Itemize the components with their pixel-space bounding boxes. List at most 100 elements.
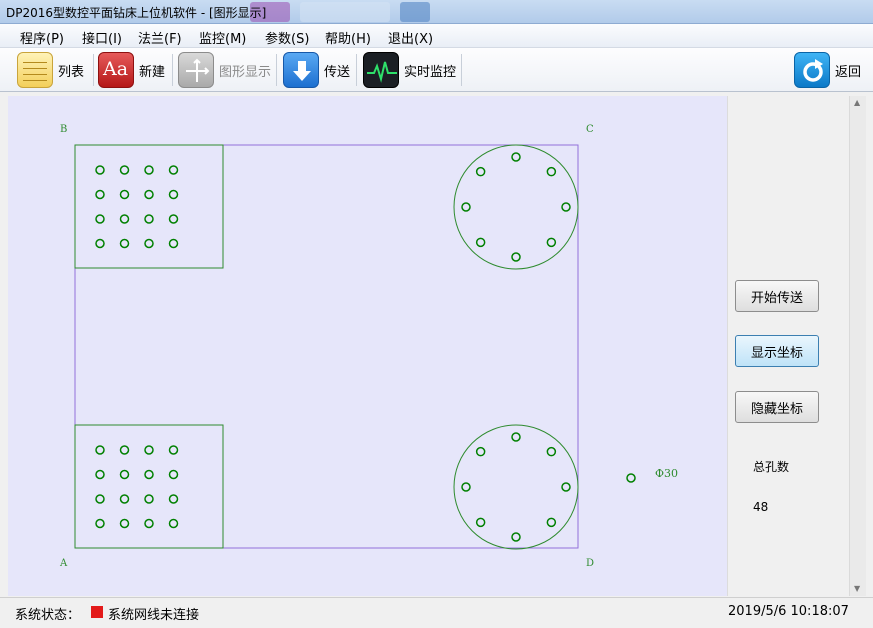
menu-help[interactable]: 帮助(H) (325, 28, 371, 47)
hole-top-right-pcd (511, 152, 521, 162)
scroll-up-icon[interactable]: ▲ (854, 98, 860, 107)
status-label: 系统状态： (15, 608, 81, 623)
hole-top-left (144, 214, 154, 224)
hole-group-top-left-frame (74, 144, 224, 269)
realtime-monitor-button-label: 实时监控 (404, 64, 457, 80)
right-panel: 开始传送 显示坐标 隐藏坐标 总孔数 48 (727, 96, 849, 596)
title-bar: DP2016型数控平面钻床上位机软件 - [图形显示] (0, 0, 873, 24)
hole-top-left (95, 238, 105, 249)
toolbar-separator (172, 54, 173, 86)
legend-hole (626, 473, 636, 483)
realtime-monitor-button[interactable]: 实时监控 (363, 51, 456, 89)
arrow-down-icon (283, 52, 319, 88)
hole-top-left (95, 214, 105, 224)
hole-group-bottom-left-frame (74, 424, 224, 549)
hole-top-left (168, 189, 179, 200)
new-button[interactable]: Aa 新建 (98, 51, 165, 89)
toolbar-separator (276, 54, 277, 86)
hole-top-right-pcd (475, 166, 486, 177)
corner-label-d: D (586, 558, 594, 569)
connection-indicator (91, 606, 103, 618)
send-button[interactable]: 传送 (283, 51, 350, 89)
toolbar-separator (461, 54, 462, 86)
hole-bottom-left (144, 494, 154, 504)
hole-bottom-right-pcd (561, 482, 571, 492)
hole-bottom-left (95, 445, 105, 455)
total-holes-label: 总孔数 (753, 460, 790, 474)
hole-bottom-right-pcd (546, 446, 557, 457)
vertical-scrollbar[interactable]: ▲ ▼ (849, 96, 866, 596)
flange-circle-top-right (453, 144, 579, 270)
menu-program[interactable]: 程序(P) (20, 28, 64, 47)
hole-bottom-right-pcd (475, 517, 486, 528)
frame-edge-left (0, 92, 8, 597)
menu-params[interactable]: 参数(S) (265, 28, 309, 47)
hole-bottom-right-pcd (511, 532, 521, 542)
hole-bottom-left (95, 469, 105, 480)
start-send-button[interactable]: 开始传送 (735, 280, 819, 312)
refresh-back-icon (794, 52, 830, 88)
hole-bottom-left (168, 469, 179, 480)
drawing-canvas[interactable]: B C A D Φ30 (8, 96, 727, 596)
notepad-icon (17, 52, 53, 88)
hole-top-left (95, 189, 105, 200)
menu-interface[interactable]: 接口(I) (82, 28, 122, 47)
hole-top-right-pcd (546, 166, 557, 177)
toolbar-separator (93, 54, 94, 86)
corner-label-a: A (59, 558, 68, 569)
graph-display-button-label: 图形显示 (219, 64, 272, 80)
hole-top-right-pcd (546, 237, 557, 248)
show-coords-button[interactable]: 显示坐标 (735, 335, 819, 367)
hole-top-right-pcd (475, 237, 486, 248)
corner-label-c: C (586, 124, 594, 135)
scroll-down-icon[interactable]: ▼ (854, 584, 860, 593)
hole-bottom-right-pcd (461, 482, 471, 492)
hole-top-left (144, 189, 154, 200)
plate-drawing: B C A D Φ30 (59, 124, 678, 569)
hole-top-left (144, 238, 154, 249)
hole-bottom-left (119, 518, 130, 529)
connection-status-text: 系统网线未连接 (108, 608, 200, 623)
hole-bottom-left (119, 494, 130, 504)
hole-bottom-left (144, 445, 154, 455)
new-button-label: 新建 (139, 64, 166, 80)
list-button[interactable]: 列表 (17, 51, 84, 89)
hole-bottom-left (119, 445, 130, 455)
window-title: DP2016型数控平面钻床上位机软件 - [图形显示] (6, 6, 267, 20)
hole-diameter-label: Φ30 (655, 467, 678, 480)
hole-top-left (168, 214, 179, 224)
menu-exit[interactable]: 退出(X) (388, 28, 433, 47)
hole-top-left (119, 165, 130, 175)
toolbar-separator (356, 54, 357, 86)
taskbar-thumbnail-decoration (300, 2, 390, 22)
hole-bottom-right-pcd (511, 432, 521, 442)
taskbar-thumbnail-decoration (400, 2, 430, 22)
send-button-label: 传送 (324, 64, 351, 80)
hide-coords-button[interactable]: 隐藏坐标 (735, 391, 819, 423)
total-holes-value: 48 (753, 500, 769, 514)
list-button-label: 列表 (58, 64, 85, 80)
back-button[interactable]: 返回 (794, 51, 861, 89)
graph-display-button[interactable]: 图形显示 (178, 51, 271, 89)
toolbar: 列表 Aa 新建 图形显示 传送 实时监控 返回 (0, 48, 873, 92)
hole-bottom-left (168, 518, 179, 529)
hole-top-left (119, 214, 130, 224)
status-datetime: 2019/5/6 10:18:07 (728, 604, 849, 619)
status-bar: 系统状态： 系统网线未连接 2019/5/6 10:18:07 (0, 597, 873, 628)
hole-top-left (168, 165, 179, 175)
flange-circle-bottom-right (453, 424, 579, 550)
hole-bottom-left (95, 518, 105, 529)
plate-outline (74, 144, 579, 549)
hole-bottom-right-pcd (546, 517, 557, 528)
menu-flange[interactable]: 法兰(F) (138, 28, 182, 47)
hole-top-right-pcd (461, 202, 471, 212)
menu-monitor[interactable]: 监控(M) (199, 28, 246, 47)
menu-bar: 程序(P) 接口(I) 法兰(F) 监控(M) 参数(S) 帮助(H) 退出(X… (0, 24, 873, 48)
corner-label-b: B (60, 124, 67, 135)
hole-top-left (119, 189, 130, 200)
font-aa-icon: Aa (98, 52, 134, 88)
hole-top-left (95, 165, 105, 175)
hole-bottom-left (144, 518, 154, 529)
hole-bottom-left (168, 494, 179, 504)
hole-bottom-left (95, 494, 105, 504)
